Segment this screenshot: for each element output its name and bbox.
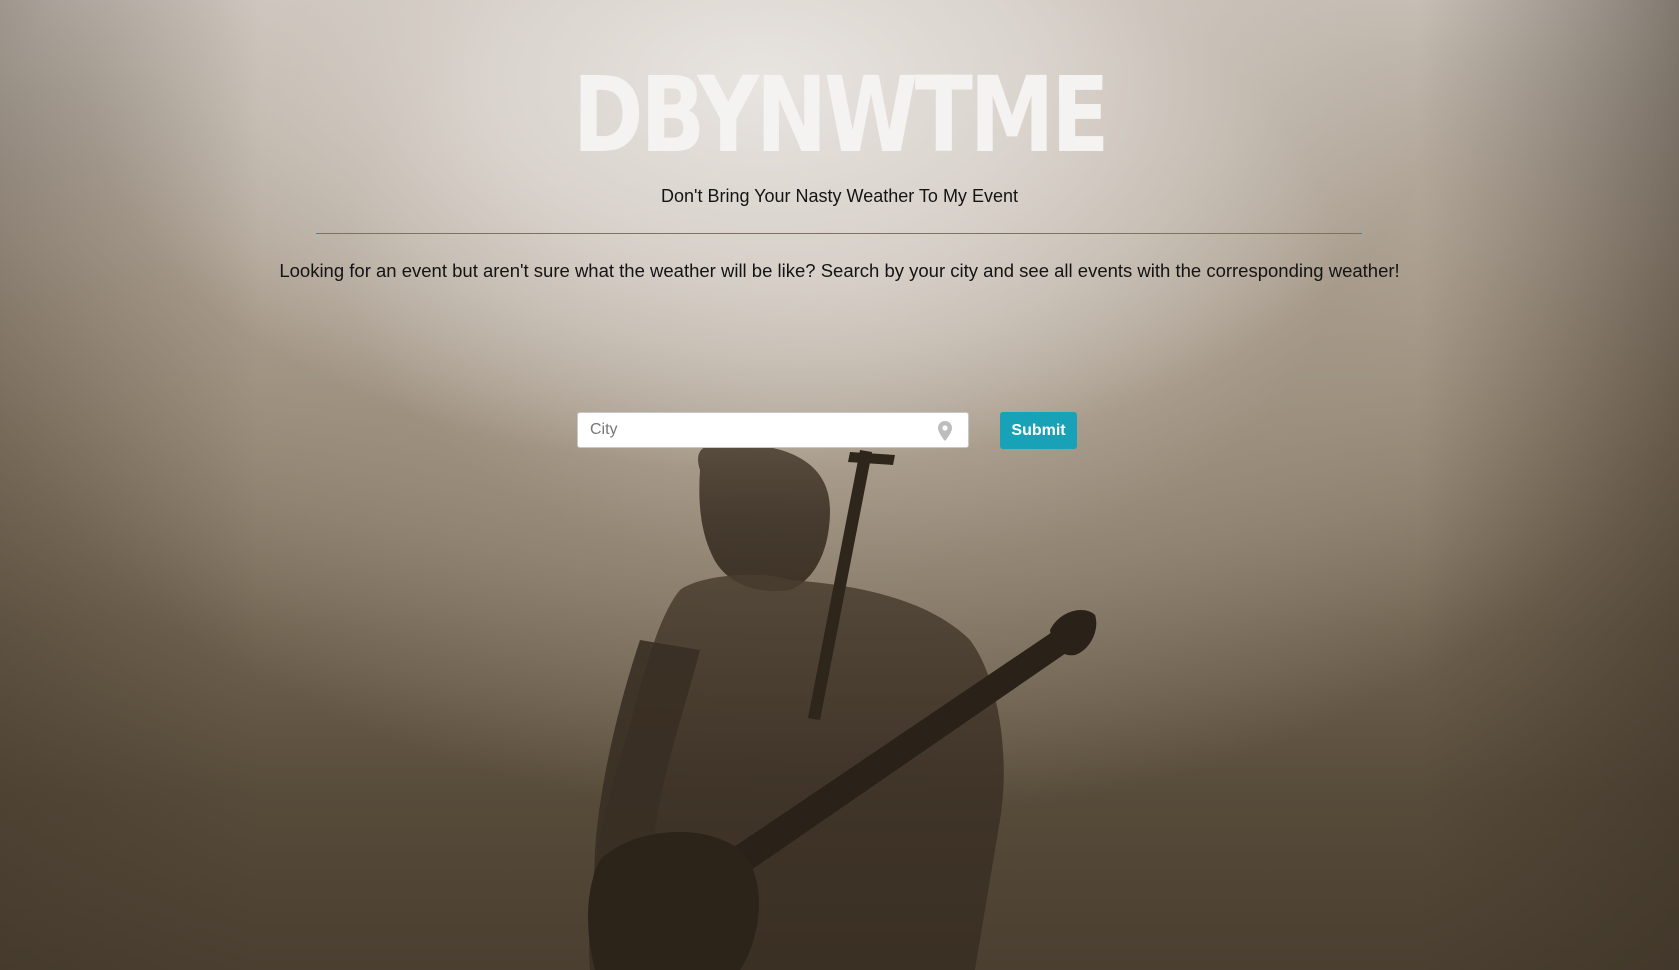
site-header: DBYNWTME Don't Bring Your Nasty Weather … [0, 50, 1679, 207]
city-field[interactable] [577, 412, 969, 448]
site-tagline: Don't Bring Your Nasty Weather To My Eve… [661, 186, 1018, 206]
intro-text: Looking for an event but aren't sure wha… [279, 260, 1400, 281]
map-pin-icon [938, 421, 952, 441]
city-search-form: Submit [577, 412, 1077, 450]
site-title: DBYNWTME [572, 54, 1110, 176]
city-input[interactable] [578, 413, 928, 447]
header-divider [316, 233, 1362, 234]
submit-button[interactable]: Submit [1000, 412, 1077, 449]
